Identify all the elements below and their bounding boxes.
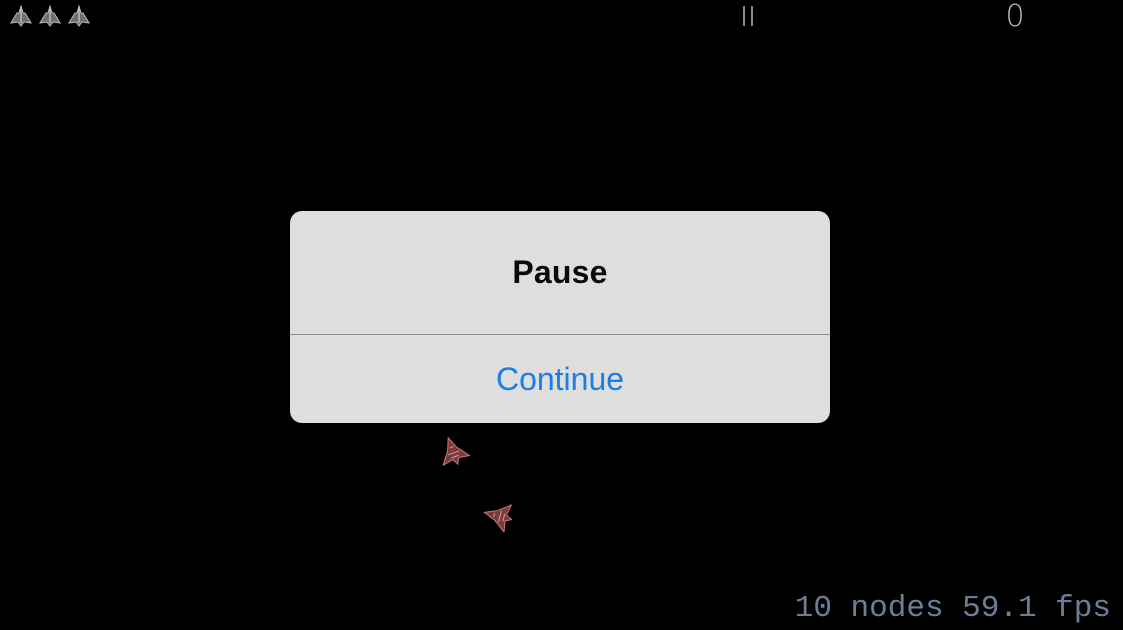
life-ship-icon <box>68 5 90 27</box>
dialog-title: Pause <box>512 254 608 290</box>
life-ship-icon <box>10 5 32 27</box>
debug-stats: 10 nodes 59.1 fps <box>795 592 1111 626</box>
life-ship-icon <box>39 5 61 27</box>
pause-icon <box>743 6 745 26</box>
continue-button[interactable]: Continue <box>290 335 830 423</box>
pause-dialog: Pause Continue <box>290 211 830 423</box>
pause-icon-bar <box>751 6 753 26</box>
pause-button[interactable] <box>739 4 759 28</box>
node-count: 10 nodes <box>794 591 944 626</box>
score-value: 0 <box>1005 0 1025 34</box>
enemy-ship-sprite <box>442 436 470 467</box>
game-stage: 0 Pause Continue 10 nodes 59.1 fps <box>0 0 1123 630</box>
lives-indicator <box>9 5 91 27</box>
fps-counter: 59.1 fps <box>962 591 1111 626</box>
enemy-ship-sprite <box>483 504 513 532</box>
